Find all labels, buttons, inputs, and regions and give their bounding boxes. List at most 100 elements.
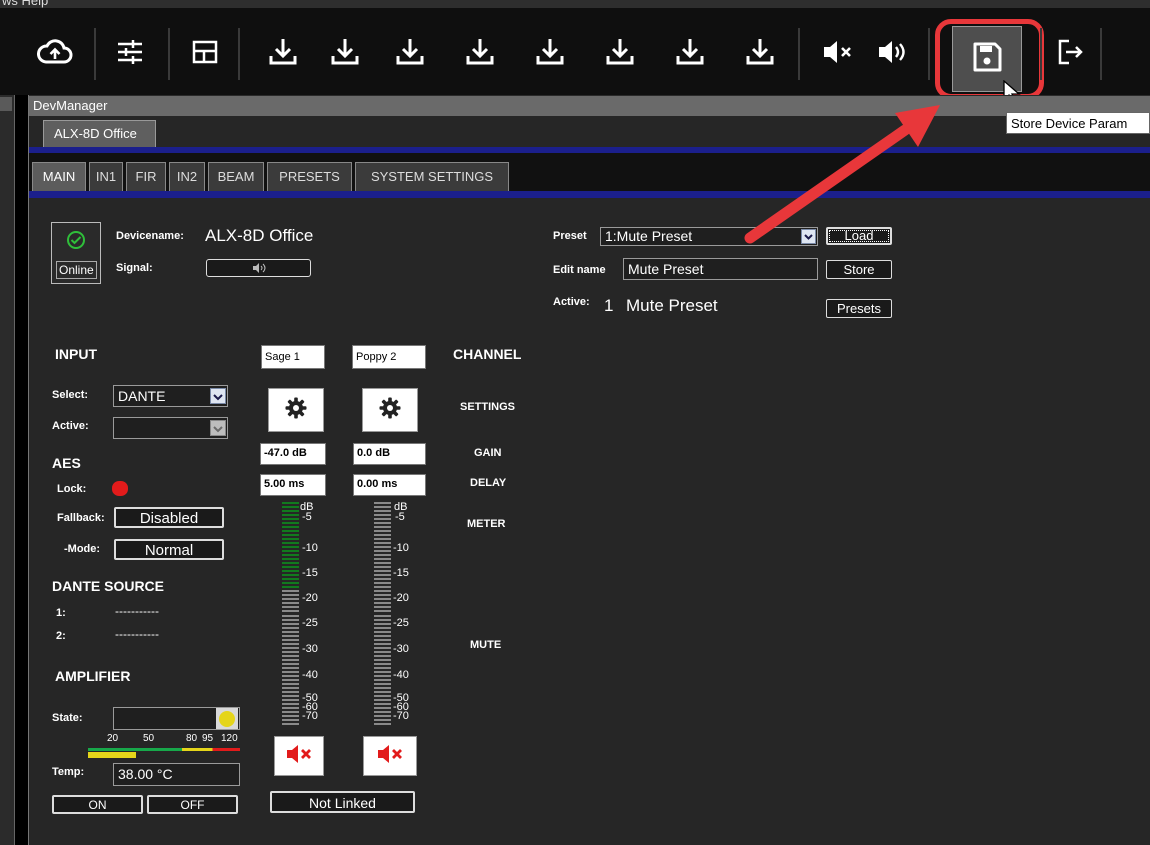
annotation-arrow: [744, 105, 940, 244]
meter-segment: [282, 554, 299, 556]
download-icon-7[interactable]: [665, 22, 715, 82]
fallback-button[interactable]: Disabled: [114, 507, 224, 528]
state-indicator: [219, 711, 235, 727]
meter-segment: [374, 582, 391, 584]
meter-segment: [282, 522, 299, 524]
meter-segment: [374, 602, 391, 604]
meter-segment: [374, 546, 391, 548]
meter-segment: [282, 723, 299, 725]
meter-segment: [282, 550, 299, 552]
presets-button[interactable]: Presets: [826, 299, 892, 318]
meter-segment: [374, 506, 391, 508]
link-button[interactable]: Not Linked: [270, 791, 415, 813]
meter-segment: [282, 671, 299, 673]
meter-segment: [282, 582, 299, 584]
meter-segment: [282, 651, 299, 653]
channel-1-name[interactable]: Sage 1: [261, 345, 325, 369]
muted-speaker-icon: [376, 744, 404, 769]
tab-presets[interactable]: PRESETS: [267, 162, 352, 191]
menu-bar: ws Help: [0, 0, 1150, 8]
check-circle-icon: [66, 230, 86, 255]
amp-on-button[interactable]: ON: [52, 795, 143, 814]
device-tab-label: ALX-8D Office: [54, 126, 137, 141]
meter-segment: [374, 578, 391, 580]
tab-in1[interactable]: IN1: [89, 162, 123, 191]
meter-segment: [374, 586, 391, 588]
device-tab[interactable]: ALX-8D Office: [43, 120, 156, 147]
meter-segment: [282, 530, 299, 532]
dante-row-1-num: 1:: [56, 607, 66, 619]
meter-1-40: -40: [302, 669, 318, 681]
edit-name-input[interactable]: Mute Preset: [623, 258, 818, 280]
download-icon-2[interactable]: [320, 22, 370, 82]
cloud-upload-icon[interactable]: [30, 22, 80, 82]
tab-beam[interactable]: BEAM: [208, 162, 264, 191]
tab-main[interactable]: MAIN: [32, 162, 86, 191]
state-label: State:: [52, 712, 83, 724]
download-icon-3[interactable]: [385, 22, 435, 82]
input-title: INPUT: [55, 346, 97, 362]
channel-1-delay[interactable]: 5.00 ms: [260, 474, 326, 496]
meter-segment: [282, 643, 299, 645]
download-icon-6[interactable]: [595, 22, 645, 82]
channel-2-gain[interactable]: 0.0 dB: [353, 443, 426, 465]
meter-segment: [374, 562, 391, 564]
channel-1-settings-button[interactable]: [268, 388, 324, 432]
meter-segment: [282, 707, 299, 709]
channel-1-gain[interactable]: -47.0 dB: [260, 443, 326, 465]
channel-2-mute-button[interactable]: [363, 736, 417, 776]
tab-system-settings[interactable]: SYSTEM SETTINGS: [355, 162, 509, 191]
temp-scale-50: 50: [143, 733, 155, 744]
speaker-icon: [252, 261, 266, 277]
meter-segment: [374, 526, 391, 528]
chevron-down-icon: [210, 420, 226, 436]
download-icon-5[interactable]: [525, 22, 575, 82]
channel-1-mute-button[interactable]: [274, 736, 324, 776]
meter-segment: [374, 651, 391, 653]
mixer-sliders-icon[interactable]: [105, 22, 155, 82]
channel-2-name[interactable]: Poppy 2: [352, 345, 426, 369]
mute-all-icon[interactable]: [813, 22, 863, 82]
fallback-label: Fallback:: [57, 512, 105, 524]
exit-icon[interactable]: [1045, 22, 1095, 82]
online-status: Online: [51, 222, 101, 284]
preset-label: Preset: [553, 230, 587, 242]
meter-segment: [374, 502, 391, 504]
meter-segment: [374, 554, 391, 556]
meter-segment: [374, 530, 391, 532]
aes-title: AES: [52, 455, 81, 471]
download-icon-8[interactable]: [735, 22, 785, 82]
meter-2-15: -15: [393, 567, 409, 579]
unmute-all-icon[interactable]: [868, 22, 918, 82]
meter-segment: [374, 627, 391, 629]
download-icon-1[interactable]: [258, 22, 308, 82]
meter-segment: [374, 610, 391, 612]
channel-2-delay[interactable]: 0.00 ms: [353, 474, 426, 496]
channel-title: CHANNEL: [453, 346, 522, 362]
meter-segment: [282, 578, 299, 580]
amp-off-button[interactable]: OFF: [147, 795, 238, 814]
input-select[interactable]: DANTE: [113, 385, 228, 407]
chevron-down-icon[interactable]: [210, 388, 226, 404]
tab-fir[interactable]: FIR: [126, 162, 166, 191]
layout-icon[interactable]: [180, 22, 230, 82]
mode-button[interactable]: Normal: [114, 539, 224, 560]
meter-segment: [374, 522, 391, 524]
tooltip-text: Store Device Param: [1011, 116, 1128, 131]
temp-value: 38.00 °C: [113, 763, 240, 786]
meter-segment: [282, 687, 299, 689]
meter-segment: [282, 715, 299, 717]
dante-title: DANTE SOURCE: [52, 578, 165, 594]
channel-2-settings-button[interactable]: [362, 388, 418, 432]
download-icon-4[interactable]: [455, 22, 505, 82]
meter-segment: [374, 707, 391, 709]
meter-segment: [282, 570, 299, 572]
signal-indicator: [206, 259, 311, 277]
meter-segment: [374, 699, 391, 701]
meter-2-40: -40: [393, 669, 409, 681]
tab-in2[interactable]: IN2: [169, 162, 205, 191]
meter-segment: [374, 671, 391, 673]
store-button[interactable]: Store: [826, 260, 892, 279]
menu-text[interactable]: ws Help: [2, 0, 48, 8]
meter-segment: [374, 635, 391, 637]
